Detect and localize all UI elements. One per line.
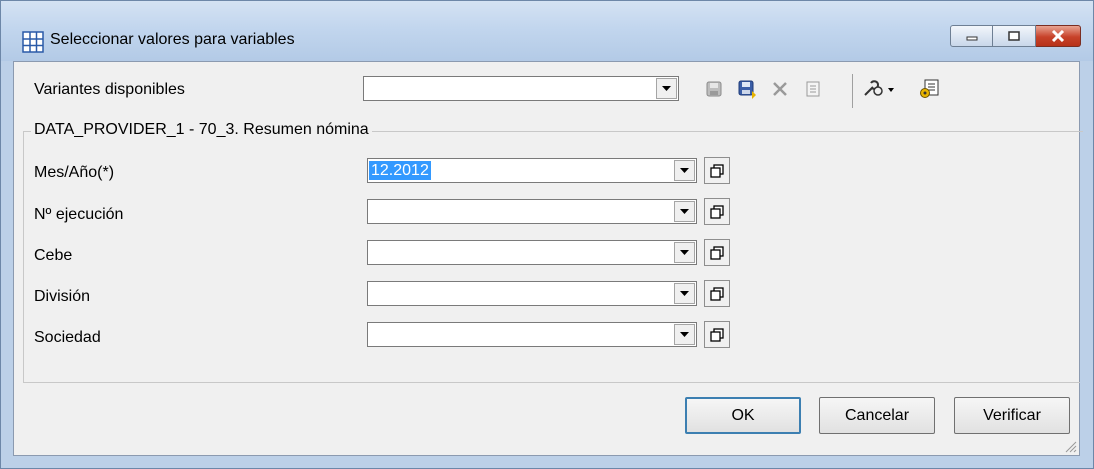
cebe-combo[interactable] [367,240,697,265]
cancel-button[interactable]: Cancelar [819,397,935,434]
verify-button[interactable]: Verificar [954,397,1070,434]
mes-ano-combo[interactable]: 12.2012 [367,158,697,183]
multiple-selection-icon [710,245,724,260]
chevron-down-icon [680,209,689,214]
save-variant-button[interactable] [703,78,725,100]
sociedad-combo[interactable] [367,322,697,347]
field-label-cebe: Cebe [34,247,73,264]
n-ejecucion-combo[interactable] [367,199,697,224]
sociedad-dropdown-button[interactable] [674,324,695,345]
tools-dropdown-icon [864,80,894,96]
resize-grip-icon[interactable] [1063,439,1077,453]
mes-ano-multiselect-button[interactable] [704,157,730,184]
close-button[interactable] [1036,25,1081,47]
dialog-window: Seleccionar valores para variables Varia… [0,0,1094,469]
multiple-selection-icon [710,204,724,219]
chevron-down-icon [662,86,671,91]
field-label-n-ejecucion: Nº ejecución [34,206,124,223]
grid-table-icon [22,31,44,53]
title-bar[interactable]: Seleccionar valores para variables [1,1,1093,61]
field-label-mes-ano: Mes/Año(*) [34,164,115,181]
variants-value [365,79,369,98]
n-ejecucion-dropdown-button[interactable] [674,201,695,222]
details-icon [806,81,820,97]
save-as-icon [738,80,756,99]
variants-combo[interactable] [363,76,679,101]
close-icon [1051,30,1065,42]
sociedad-value [369,325,373,344]
toolbar-separator [852,74,853,108]
field-label-division: División [34,288,91,305]
variants-dropdown-button[interactable] [656,78,677,99]
save-icon [706,81,722,97]
multiple-selection-icon [710,163,724,178]
multiple-selection-icon [710,286,724,301]
chevron-down-icon [680,168,689,173]
delete-icon [773,82,787,96]
variants-label: Variantes disponibles [34,81,185,98]
mes-ano-dropdown-button[interactable] [674,160,695,181]
mes-ano-value: 12.2012 [369,161,431,180]
group-title: DATA_PROVIDER_1 - 70_3. Resumen nómina [31,121,372,139]
chevron-down-icon [680,291,689,296]
personalize-icon [920,79,939,98]
division-value [369,284,373,303]
division-combo[interactable] [367,281,697,306]
cebe-value [369,243,373,262]
minimize-button[interactable] [950,25,993,47]
variant-details-button[interactable] [802,78,824,100]
restore-icon [1008,31,1020,41]
minimize-icon [966,36,977,41]
cebe-multiselect-button[interactable] [704,239,730,266]
tools-dropdown-button[interactable] [862,78,896,100]
division-dropdown-button[interactable] [674,283,695,304]
n-ejecucion-multiselect-button[interactable] [704,198,730,225]
chevron-down-icon [680,332,689,337]
field-label-sociedad: Sociedad [34,329,101,346]
group-bottom-border [23,382,1080,383]
personalize-button[interactable] [919,78,941,100]
chevron-down-icon [680,250,689,255]
n-ejecucion-value [369,202,373,221]
division-multiselect-button[interactable] [704,280,730,307]
window-controls [950,25,1081,47]
cebe-dropdown-button[interactable] [674,242,695,263]
multiple-selection-icon [710,327,724,342]
save-as-variant-button[interactable] [736,78,758,100]
delete-variant-button[interactable] [769,78,791,100]
window-title: Seleccionar valores para variables [50,31,295,48]
ok-button[interactable]: OK [685,397,801,434]
maximize-button[interactable] [993,25,1036,47]
sociedad-multiselect-button[interactable] [704,321,730,348]
